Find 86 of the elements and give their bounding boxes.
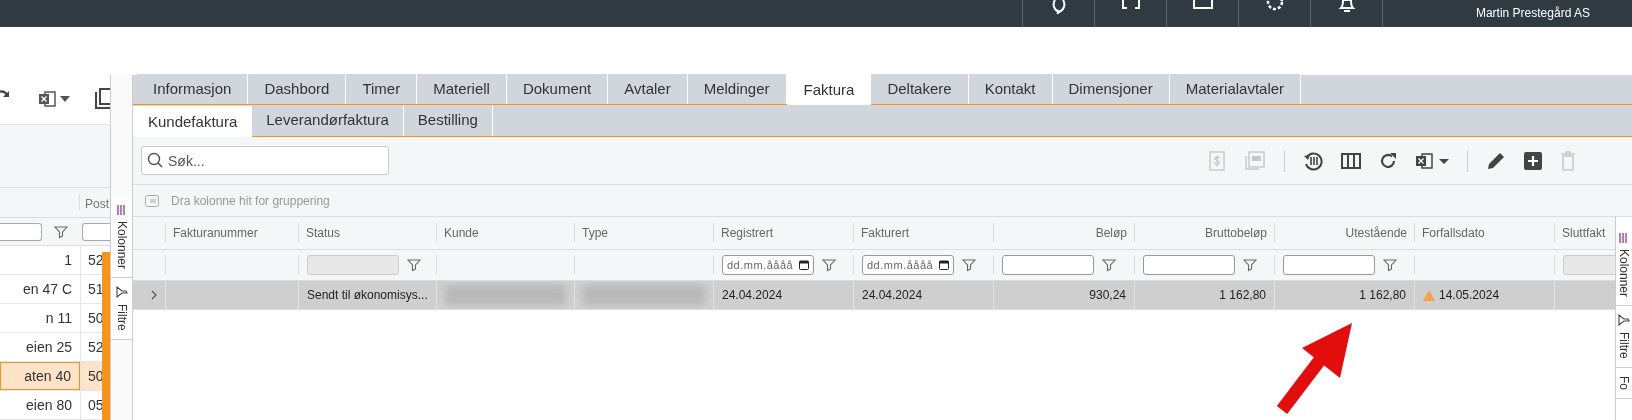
table-cell-text: aten 40	[24, 366, 71, 386]
tab[interactable]: Materialavtaler	[1169, 74, 1302, 104]
filter-icon[interactable]	[407, 258, 421, 272]
table-cell-text: n 11	[45, 308, 72, 328]
calendar-icon	[799, 260, 809, 270]
column-header[interactable]: Registrert	[721, 224, 773, 242]
pencil-button[interactable]	[1486, 150, 1506, 171]
tab[interactable]: Kundefaktura	[133, 106, 253, 137]
filter-field[interactable]	[1283, 255, 1375, 275]
filter-field[interactable]	[82, 222, 110, 241]
column-header[interactable]: Fakturert	[861, 224, 909, 242]
table-cell-text: Sendt til økonomisys...	[307, 287, 428, 304]
bell-icon	[1336, 0, 1357, 14]
filter-icon[interactable]	[1243, 258, 1257, 272]
search-field[interactable]: Søk...	[141, 146, 389, 175]
excel-icon[interactable]	[38, 90, 56, 109]
table-cell-text: eien 80	[26, 395, 72, 415]
excel-button[interactable]	[1415, 151, 1449, 170]
table-cell-text: 24.04.2024	[722, 287, 783, 304]
side-tab[interactable]: Kolonner	[111, 197, 132, 279]
caret-icon[interactable]	[60, 96, 70, 103]
scrollbar[interactable]	[102, 252, 110, 420]
table-cell-text: 1 162,80	[1359, 287, 1406, 304]
table-cell-text: 1	[64, 250, 72, 270]
tab[interactable]: Dashbord	[248, 74, 347, 104]
table-cell-text: 51	[88, 279, 102, 299]
company-name: Martin Prestegård AS	[1475, 7, 1590, 19]
search-icon	[147, 152, 163, 168]
column-header[interactable]: Kunde	[444, 224, 479, 242]
filter-icon	[1618, 314, 1630, 327]
filter-icon[interactable]	[1102, 258, 1116, 272]
add-button[interactable]	[1524, 151, 1542, 170]
tab[interactable]: Kontakt	[968, 74, 1053, 104]
column-header[interactable]: Bruttobeløp	[1204, 224, 1267, 242]
table-row[interactable]: Sendt til økonomisys... 24.04.2024 24.04.2024 930,24 1 162,80 1 162,80 14.05.2024	[133, 281, 1615, 310]
tab[interactable]: Materiell	[417, 74, 507, 104]
table-cell-text: 930,24	[1089, 287, 1126, 304]
copy-icon[interactable]	[94, 88, 110, 111]
table-cell-text: 52	[88, 337, 102, 357]
filter-field[interactable]	[0, 222, 42, 241]
refresh-button[interactable]	[1379, 151, 1397, 170]
group-icon	[145, 194, 159, 207]
date-field[interactable]: dd.mm.åååå	[862, 255, 954, 275]
tab[interactable]: Dimensjoner	[1052, 74, 1170, 104]
placeholder-text: dd.mm.åååå	[727, 257, 794, 273]
history-button[interactable]	[1303, 150, 1323, 171]
calendar-icon	[939, 260, 949, 270]
filter-icon[interactable]	[1383, 258, 1397, 272]
filter-icon[interactable]	[822, 258, 836, 272]
columns-icon	[116, 205, 127, 215]
tab[interactable]: Informasjon	[137, 74, 249, 104]
side-tab[interactable]: Filtre	[111, 278, 132, 340]
placeholder-text: dd.mm.åååå	[867, 257, 934, 273]
tab[interactable]: Timer	[346, 74, 418, 104]
filter-icon[interactable]	[54, 224, 68, 239]
table-cell-text: 24.04.2024	[862, 287, 923, 304]
column-header[interactable]: Sluttfakt	[1562, 224, 1606, 242]
columns-button[interactable]	[1341, 151, 1361, 170]
group-hint: Dra kolonne hit for gruppering	[171, 192, 330, 210]
column-header[interactable]: Beløp	[1095, 224, 1127, 242]
column-header: Post	[84, 195, 110, 213]
table-cell-text: 52	[88, 250, 102, 270]
tab[interactable]: Meldinger	[687, 74, 787, 104]
tab[interactable]: Deltakere	[871, 74, 969, 104]
column-header[interactable]: Type	[582, 224, 608, 242]
filter-field[interactable]	[1002, 255, 1094, 275]
column-header[interactable]: Fakturanummer	[173, 224, 258, 242]
column-header[interactable]: Status	[306, 224, 341, 242]
table-row[interactable]: en 47 C 51	[0, 275, 102, 304]
tab[interactable]: Faktura	[786, 75, 872, 105]
filter-field[interactable]	[1143, 255, 1235, 275]
date-field[interactable]: dd.mm.åååå	[722, 255, 814, 275]
filter-icon	[115, 286, 128, 299]
columns-icon	[1619, 233, 1629, 243]
table-row[interactable]: eien 25 52	[0, 333, 102, 362]
column-header[interactable]: Utestående	[1345, 224, 1407, 242]
table-cell-text: 1 162,80	[1219, 287, 1266, 304]
chevron-right-icon[interactable]	[149, 290, 159, 300]
table-cell-text: en 47 C	[22, 279, 72, 299]
table-cell-text: eien 25	[26, 337, 72, 357]
filter-icon[interactable]	[962, 258, 976, 272]
tab[interactable]: Avtaler	[608, 74, 688, 104]
tab[interactable]: Dokument	[506, 74, 609, 104]
table-cell-text: 14.05.2024	[1439, 287, 1500, 304]
column-header[interactable]: Forfallsdato	[1422, 224, 1485, 242]
table-row[interactable]: 1 52	[0, 246, 102, 275]
